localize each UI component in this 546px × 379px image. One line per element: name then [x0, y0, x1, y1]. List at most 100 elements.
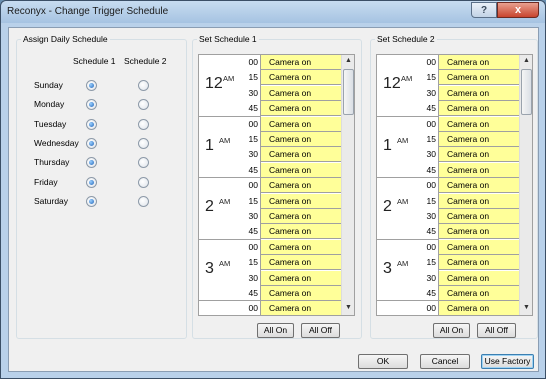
scroll-down-icon[interactable]: ▼	[345, 304, 352, 311]
camera-on-cell[interactable]: Camera on	[439, 239, 519, 255]
minute-label: 15	[426, 72, 436, 83]
camera-on-cell[interactable]: Camera on	[439, 301, 519, 315]
camera-on-cell[interactable]: Camera on	[439, 224, 519, 240]
close-button[interactable]: x	[497, 2, 539, 18]
camera-on-cell[interactable]: Camera on	[261, 147, 341, 163]
schedule-1-all-off-button[interactable]: All Off	[301, 323, 340, 338]
camera-on-cell[interactable]: Camera on	[439, 116, 519, 132]
day-label: Thursday	[34, 157, 70, 168]
minute-label: 15	[248, 195, 258, 206]
set-schedule-2-group: Set Schedule 2 12 AM 00 Camera on 15 Camera o…	[370, 34, 538, 339]
schedule-scrollbar[interactable]: ▲ ▼	[519, 55, 532, 315]
scroll-thumb[interactable]	[343, 69, 354, 115]
minute-label: 45	[426, 226, 436, 237]
set-schedule-1-legend: Set Schedule 1	[199, 34, 257, 44]
minute-label: 00	[248, 118, 258, 129]
camera-on-cell[interactable]: Camera on	[439, 132, 519, 147]
schedule-1-grid[interactable]: 12 AM 00 Camera on 15 Camera on 30 Camera on 45 C…	[198, 54, 355, 316]
camera-on-cell[interactable]: Camera on	[439, 70, 519, 86]
minute-label: 45	[426, 288, 436, 298]
hour-label: 1	[205, 136, 214, 154]
camera-on-cell[interactable]: Camera on	[261, 286, 341, 301]
minute-label: 00	[426, 118, 436, 129]
day-schedule-2-radio[interactable]	[138, 157, 149, 169]
camera-on-cell[interactable]: Camera on	[261, 101, 341, 117]
camera-on-cell[interactable]: Camera on	[439, 193, 519, 209]
schedule-2-all-on-button[interactable]: All On	[433, 323, 470, 338]
schedule-scrollbar[interactable]: ▲ ▼	[341, 55, 354, 315]
day-schedule-1-radio[interactable]	[86, 80, 97, 91]
day-schedule-2-radio[interactable]	[138, 80, 149, 91]
am-pm-label: AM	[397, 197, 409, 207]
camera-on-cell[interactable]: Camera on	[261, 270, 341, 286]
camera-on-cell[interactable]: Camera on	[439, 85, 519, 101]
scroll-thumb[interactable]	[521, 69, 532, 115]
day-label: Sunday	[34, 80, 63, 90]
day-label: Friday	[34, 176, 58, 187]
schedule-2-grid[interactable]: 12 AM 00 Camera on 15 Camera on 30 Camera on 45 C…	[376, 54, 533, 316]
day-label: Monday	[34, 99, 65, 110]
scroll-up-icon[interactable]: ▲	[523, 57, 530, 64]
camera-on-cell[interactable]: Camera on	[439, 55, 519, 70]
set-schedule-2-legend: Set Schedule 2	[377, 34, 435, 44]
schedule-1-all-on-button[interactable]: All On	[257, 323, 294, 338]
camera-on-cell[interactable]: Camera on	[261, 132, 341, 147]
day-schedule-1-radio[interactable]	[86, 176, 97, 188]
camera-on-cell[interactable]: Camera on	[261, 85, 341, 101]
scroll-down-icon[interactable]: ▼	[523, 304, 530, 311]
day-schedule-2-radio[interactable]	[138, 118, 149, 130]
camera-on-cell[interactable]: Camera on	[439, 178, 519, 194]
day-schedule-2-radio[interactable]	[138, 195, 149, 207]
camera-on-cell[interactable]: Camera on	[439, 286, 519, 301]
camera-on-cell[interactable]: Camera on	[439, 255, 519, 271]
use-factory-button[interactable]: Use Factory	[481, 354, 534, 369]
help-button[interactable]: ?	[471, 2, 497, 18]
camera-on-cell[interactable]: Camera on	[261, 239, 341, 255]
minute-label: 15	[426, 134, 436, 144]
day-schedule-1-radio[interactable]	[86, 118, 97, 130]
dialog-window: Reconyx - Change Trigger Schedule ? x As…	[0, 0, 546, 379]
minute-label: 45	[248, 164, 258, 175]
window-title: Reconyx - Change Trigger Schedule	[7, 6, 169, 17]
camera-on-cell[interactable]: Camera on	[261, 55, 341, 70]
day-schedule-2-radio[interactable]	[138, 99, 149, 111]
camera-on-cell[interactable]: Camera on	[439, 162, 519, 178]
camera-on-cell[interactable]: Camera on	[439, 101, 519, 117]
title-bar[interactable]: Reconyx - Change Trigger Schedule ? x	[1, 1, 545, 23]
schedule-2-all-off-button[interactable]: All Off	[477, 323, 516, 338]
dialog-body: Assign Daily Schedule Schedule 1 Schedul…	[8, 27, 539, 372]
minute-label: 30	[248, 211, 258, 221]
minute-label: 45	[248, 288, 258, 298]
camera-on-cell[interactable]: Camera on	[439, 270, 519, 286]
day-schedule-1-radio[interactable]	[86, 195, 97, 207]
camera-on-cell[interactable]: Camera on	[261, 209, 341, 224]
camera-on-cell[interactable]: Camera on	[261, 301, 341, 315]
minute-label: 15	[426, 195, 436, 206]
scroll-up-icon[interactable]: ▲	[345, 57, 352, 64]
am-pm-label: AM	[401, 74, 413, 83]
day-schedule-1-radio[interactable]	[86, 157, 97, 169]
schedule-2-header: Schedule 2	[124, 56, 167, 66]
minute-label: 30	[248, 149, 258, 160]
am-pm-label: AM	[397, 135, 409, 145]
camera-on-cell[interactable]: Camera on	[261, 193, 341, 209]
minute-label: 30	[426, 149, 436, 160]
day-label: Wednesday	[34, 137, 79, 148]
day-schedule-2-radio[interactable]	[138, 137, 149, 149]
camera-on-cell[interactable]: Camera on	[261, 224, 341, 240]
day-schedule-1-radio[interactable]	[86, 99, 97, 111]
day-schedule-2-radio[interactable]	[138, 176, 149, 188]
day-label: Saturday	[34, 195, 69, 206]
cancel-button[interactable]: Cancel	[420, 354, 470, 369]
camera-on-cell[interactable]: Camera on	[261, 116, 341, 132]
ok-button[interactable]: OK	[358, 354, 408, 369]
camera-on-cell[interactable]: Camera on	[261, 70, 341, 86]
camera-on-cell[interactable]: Camera on	[261, 255, 341, 271]
camera-on-cell[interactable]: Camera on	[439, 147, 519, 163]
camera-on-cell[interactable]: Camera on	[261, 162, 341, 178]
camera-on-cell[interactable]: Camera on	[261, 178, 341, 194]
am-pm-label: AM	[219, 197, 231, 207]
camera-on-cell[interactable]: Camera on	[439, 209, 519, 224]
day-schedule-1-radio[interactable]	[86, 137, 97, 149]
minute-label: 00	[426, 241, 436, 252]
